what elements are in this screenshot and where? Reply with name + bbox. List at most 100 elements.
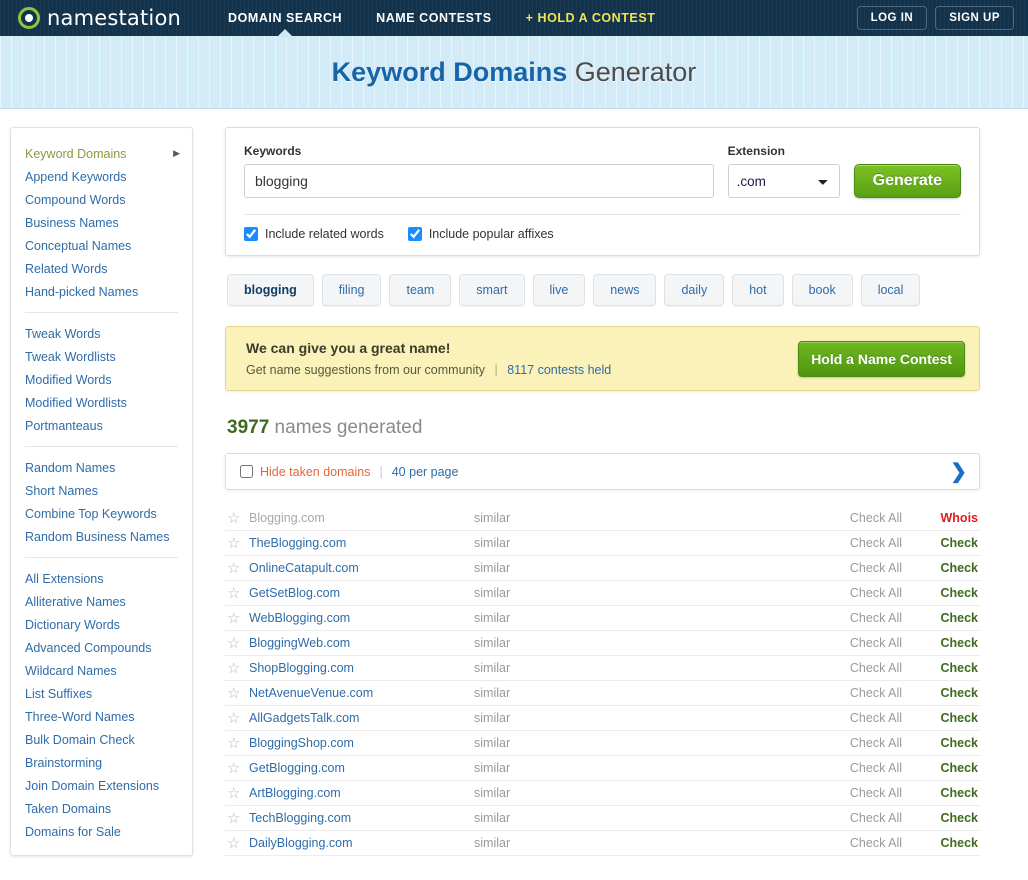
per-page-link[interactable]: 40 per page	[392, 465, 459, 479]
favorite-star-icon[interactable]: ☆	[227, 711, 249, 726]
similar-link[interactable]: similar	[474, 661, 774, 675]
sidebar-item-random-names[interactable]: Random Names	[11, 456, 192, 479]
check-all-link[interactable]: Check All	[850, 636, 932, 650]
domain-name-link[interactable]: TechBlogging.com	[249, 811, 474, 825]
sidebar-item-hand-picked-names[interactable]: Hand-picked Names	[11, 280, 192, 303]
check-all-link[interactable]: Check All	[850, 761, 932, 775]
keyword-pill-team[interactable]: team	[389, 274, 452, 306]
check-availability-link[interactable]: Check	[932, 836, 978, 850]
check-availability-link[interactable]: Check	[932, 736, 978, 750]
check-availability-link[interactable]: Check	[932, 536, 978, 550]
check-availability-link[interactable]: Check	[932, 661, 978, 675]
check-all-link[interactable]: Check All	[850, 786, 932, 800]
check-all-link[interactable]: Check All	[850, 561, 932, 575]
whois-link[interactable]: Whois	[932, 511, 979, 525]
sidebar-item-list-suffixes[interactable]: List Suffixes	[11, 682, 192, 705]
similar-link[interactable]: similar	[474, 786, 774, 800]
hide-taken-domains-label[interactable]: Hide taken domains	[260, 465, 370, 479]
domain-name-link[interactable]: NetAvenueVenue.com	[249, 686, 474, 700]
check-availability-link[interactable]: Check	[932, 561, 978, 575]
similar-link[interactable]: similar	[474, 561, 774, 575]
keyword-pill-news[interactable]: news	[593, 274, 657, 306]
include-popular-affixes-checkbox[interactable]	[407, 227, 422, 241]
sidebar-item-advanced-compounds[interactable]: Advanced Compounds	[11, 636, 192, 659]
domain-name-link[interactable]: ShopBlogging.com	[249, 661, 474, 675]
log-in-button[interactable]: LOG IN	[856, 6, 928, 30]
check-all-link[interactable]: Check All	[850, 836, 932, 850]
sidebar-item-domains-for-sale[interactable]: Domains for Sale	[11, 820, 192, 843]
favorite-star-icon[interactable]: ☆	[227, 686, 249, 701]
favorite-star-icon[interactable]: ☆	[227, 736, 249, 751]
extension-select[interactable]: .com.net.org.co.io	[727, 164, 840, 198]
nav-link-domain-search[interactable]: DOMAIN SEARCH	[211, 0, 359, 37]
keyword-pill-book[interactable]: book	[791, 274, 853, 306]
domain-name-link[interactable]: TheBlogging.com	[249, 536, 474, 550]
favorite-star-icon[interactable]: ☆	[227, 561, 249, 576]
domain-name-link[interactable]: WebBlogging.com	[249, 611, 474, 625]
sign-up-button[interactable]: SIGN UP	[935, 6, 1014, 30]
similar-link[interactable]: similar	[474, 536, 774, 550]
similar-link[interactable]: similar	[474, 586, 774, 600]
include-popular-affixes-option[interactable]: Include popular affixes	[407, 227, 554, 241]
site-logo[interactable]: namestation	[18, 6, 181, 30]
domain-name-link[interactable]: GetSetBlog.com	[249, 586, 474, 600]
domain-name-link[interactable]: GetBlogging.com	[249, 761, 474, 775]
check-availability-link[interactable]: Check	[932, 811, 978, 825]
check-availability-link[interactable]: Check	[932, 586, 978, 600]
hide-taken-domains-checkbox[interactable]	[240, 465, 253, 478]
favorite-star-icon[interactable]: ☆	[227, 811, 249, 826]
sidebar-item-conceptual-names[interactable]: Conceptual Names	[11, 234, 192, 257]
similar-link[interactable]: similar	[474, 611, 774, 625]
check-availability-link[interactable]: Check	[932, 786, 978, 800]
sidebar-item-modified-wordlists[interactable]: Modified Wordlists	[11, 391, 192, 414]
check-all-link[interactable]: Check All	[850, 536, 932, 550]
keyword-pill-smart[interactable]: smart	[459, 274, 525, 306]
domain-name-link[interactable]: OnlineCatapult.com	[249, 561, 474, 575]
domain-name-link[interactable]: BloggingShop.com	[249, 736, 474, 750]
check-all-link[interactable]: Check All	[850, 811, 932, 825]
check-all-link[interactable]: Check All	[850, 511, 932, 525]
similar-link[interactable]: similar	[474, 636, 774, 650]
sidebar-item-short-names[interactable]: Short Names	[11, 479, 192, 502]
sidebar-item-compound-words[interactable]: Compound Words	[11, 188, 192, 211]
sidebar-item-tweak-wordlists[interactable]: Tweak Wordlists	[11, 345, 192, 368]
similar-link[interactable]: similar	[474, 736, 774, 750]
keyword-pill-hot[interactable]: hot	[732, 274, 784, 306]
next-page-chevron-icon[interactable]: ❯	[950, 462, 967, 482]
favorite-star-icon[interactable]: ☆	[227, 661, 249, 676]
keyword-pill-local[interactable]: local	[860, 274, 921, 306]
sidebar-item-alliterative-names[interactable]: Alliterative Names	[11, 590, 192, 613]
include-related-words-option[interactable]: Include related words	[244, 227, 384, 241]
similar-link[interactable]: similar	[474, 711, 774, 725]
sidebar-item-business-names[interactable]: Business Names	[11, 211, 192, 234]
contests-held-link[interactable]: 8117 contests held	[507, 363, 611, 377]
check-all-link[interactable]: Check All	[850, 686, 932, 700]
sidebar-item-modified-words[interactable]: Modified Words	[11, 368, 192, 391]
include-related-words-checkbox[interactable]	[244, 227, 258, 241]
check-all-link[interactable]: Check All	[850, 586, 932, 600]
domain-name-link[interactable]: DailyBlogging.com	[249, 836, 474, 850]
similar-link[interactable]: similar	[474, 511, 774, 525]
sidebar-item-random-business-names[interactable]: Random Business Names	[11, 525, 192, 548]
sidebar-item-tweak-words[interactable]: Tweak Words	[11, 322, 192, 345]
hold-a-name-contest-button[interactable]: Hold a Name Contest	[798, 340, 965, 377]
domain-name-link[interactable]: BloggingWeb.com	[249, 636, 474, 650]
sidebar-item-join-domain-extensions[interactable]: Join Domain Extensions	[11, 774, 192, 797]
favorite-star-icon[interactable]: ☆	[227, 786, 249, 801]
favorite-star-icon[interactable]: ☆	[227, 511, 249, 526]
sidebar-item-three-word-names[interactable]: Three-Word Names	[11, 705, 192, 728]
favorite-star-icon[interactable]: ☆	[227, 536, 249, 551]
sidebar-item-dictionary-words[interactable]: Dictionary Words	[11, 613, 192, 636]
sidebar-item-all-extensions[interactable]: All Extensions	[11, 567, 192, 590]
favorite-star-icon[interactable]: ☆	[227, 836, 249, 851]
favorite-star-icon[interactable]: ☆	[227, 611, 249, 626]
check-availability-link[interactable]: Check	[932, 761, 978, 775]
check-availability-link[interactable]: Check	[932, 711, 978, 725]
check-all-link[interactable]: Check All	[850, 711, 932, 725]
keyword-pill-filing[interactable]: filing	[321, 274, 382, 306]
check-availability-link[interactable]: Check	[932, 686, 978, 700]
similar-link[interactable]: similar	[474, 811, 774, 825]
domain-name-link[interactable]: ArtBlogging.com	[249, 786, 474, 800]
sidebar-item-portmanteaus[interactable]: Portmanteaus	[11, 414, 192, 437]
sidebar-item-brainstorming[interactable]: Brainstorming	[11, 751, 192, 774]
